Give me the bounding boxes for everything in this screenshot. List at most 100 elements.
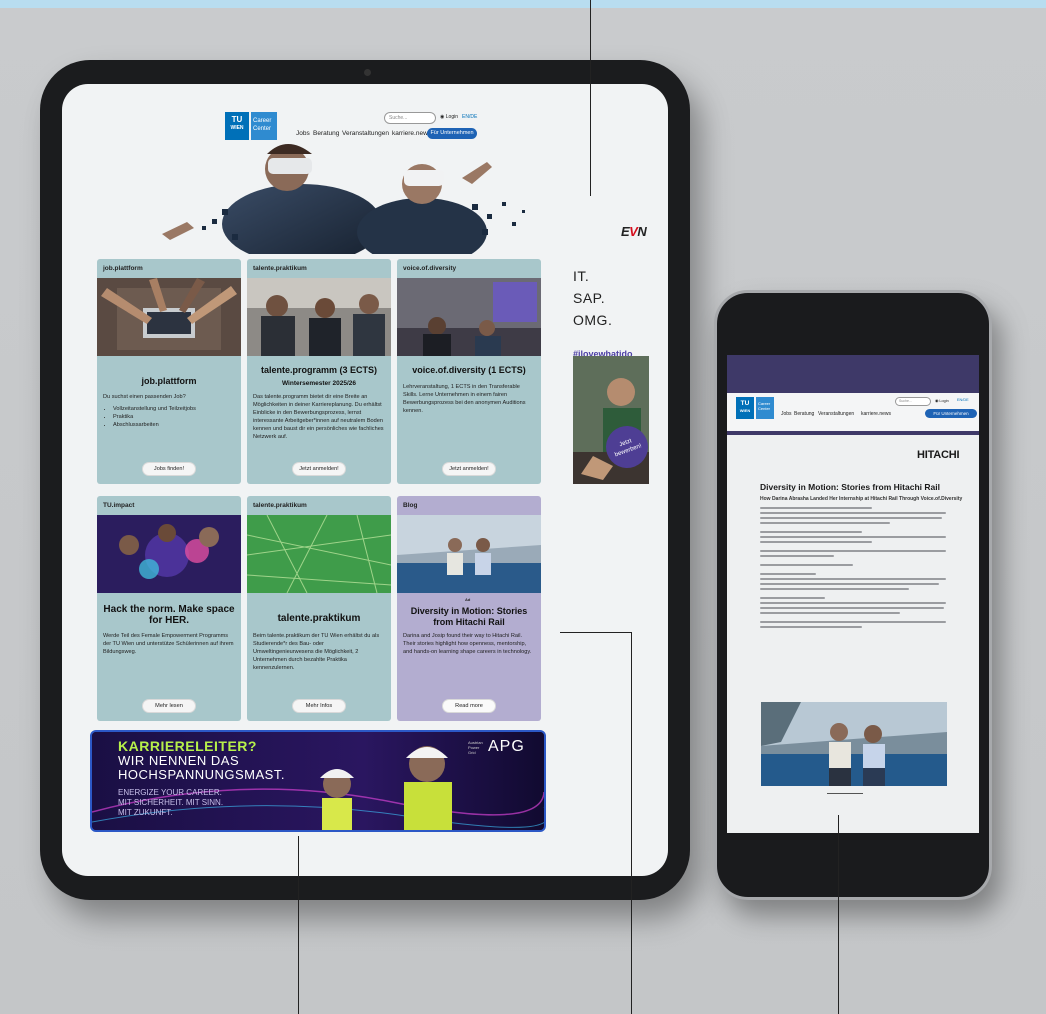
tablet-screen: TU WIEN Career Center Suche... ◉ Login E…: [62, 84, 668, 876]
tablet-device: TU WIEN Career Center Suche... ◉ Login E…: [40, 60, 690, 900]
card-image-hitachi-people: [397, 515, 541, 593]
card-bullets: Vollzeitanstellung und Teilzeitjobs Prak…: [103, 405, 235, 429]
card-title: voice.of.diversity (1 ECTS): [412, 365, 526, 375]
callout-line: [590, 0, 591, 196]
apg-banner-ad[interactable]: KARRIERELEITER? WIR NENNEN DAS HOCHSPANN…: [90, 730, 546, 832]
logo-wien-text: WIEN: [230, 125, 244, 131]
article-subtitle: How Darina Abrasha Landed Her Internship…: [760, 496, 963, 502]
evn-logo-e: E: [621, 224, 630, 239]
bullet-item: Abschlussarbeiten: [113, 421, 235, 429]
card-text: Du suchst einen passenden Job?: [103, 394, 186, 400]
search-placeholder: Suche...: [389, 115, 408, 121]
logo-wien-text: WIEN: [739, 408, 751, 413]
side-ad-line: OMG.: [573, 312, 613, 328]
logo-tu-text: TU: [740, 400, 750, 407]
card-voice-of-diversity: voice.of.diversity voice.of.diversity (1…: [397, 259, 541, 484]
side-ad-line: SAP.: [573, 290, 606, 306]
card-image-lecture-room: [397, 278, 541, 356]
banner-headline-2: WIR NENNEN DAS: [118, 753, 240, 768]
logo-center-text: Center: [758, 406, 771, 411]
card-title: talente.praktikum: [277, 613, 361, 624]
callout-line: [631, 632, 632, 1014]
card-tag: talente.praktikum: [253, 265, 307, 272]
ad-label: Ad: [465, 597, 471, 602]
callout-line: [838, 815, 839, 1014]
bullet-item: Praktika: [113, 413, 235, 421]
mehr-infos-button[interactable]: Mehr Infos: [293, 700, 345, 712]
photo-caption-text: ▬▬▬▬▬▬▬▬▬▬▬▬: [827, 791, 863, 795]
side-ad-line: IT.: [573, 268, 590, 284]
user-icon: ◉: [935, 399, 939, 403]
nav-jobs[interactable]: Jobs: [296, 130, 310, 137]
login-link[interactable]: ◉ Login: [440, 114, 458, 120]
tu-wien-logo[interactable]: TU WIEN: [736, 397, 754, 419]
tablet-camera: [364, 69, 371, 76]
evn-logo[interactable]: EVN: [621, 224, 647, 239]
article-photo: [761, 702, 947, 786]
card-talente-praktikum: talente.praktikum talente.praktikum Beim…: [247, 496, 391, 721]
nav-veranstaltungen[interactable]: Veranstaltungen: [818, 411, 854, 417]
language-switch[interactable]: EN/DE: [462, 114, 477, 120]
card-image-meeting: [247, 278, 391, 356]
card-tu-impact: TU.impact Hack the norm. Make space for …: [97, 496, 241, 721]
card-text: Das talente.programm bietet dir eine Bre…: [253, 394, 384, 440]
search-placeholder: Suche...: [899, 399, 912, 403]
phone-screen: TU WIEN Career Center Suche... ◉ Login E…: [727, 355, 979, 833]
jobs-finden-button[interactable]: Jobs finden!: [143, 463, 195, 475]
nav-beratung[interactable]: Beratung: [794, 411, 814, 417]
read-more-button[interactable]: Read more: [443, 700, 495, 712]
banner-sub-2: MIT SICHERHEIT. MIT SINN.: [118, 798, 224, 807]
fuer-unternehmen-button[interactable]: Für Unternehmen: [427, 128, 477, 139]
search-input[interactable]: Suche...: [895, 397, 931, 406]
login-label: Login: [445, 114, 458, 120]
card-title: talente.programm (3 ECTS): [260, 365, 378, 375]
callout-line: [298, 836, 299, 1014]
card-text: Beim talente.praktikum der TU Wien erhäl…: [253, 633, 380, 671]
card-job-plattform: job.plattform job.plattform Du suchst ei…: [97, 259, 241, 484]
login-link[interactable]: ◉ Login: [935, 398, 949, 403]
search-input[interactable]: Suche...: [384, 112, 436, 124]
nav-veranstaltungen[interactable]: Veranstaltungen: [342, 130, 389, 137]
banner-headline-3: HOCHSPANNUNGSMAST.: [118, 767, 285, 782]
card-blog-hitachi: Blog Ad Diversity in Motion: Stories fro…: [397, 496, 541, 721]
apg-small-text: Austrian Power Grid: [468, 740, 483, 755]
career-center-logo[interactable]: Career Center: [251, 112, 277, 140]
callout-line: [560, 632, 632, 633]
card-image-laptop-hands: [97, 278, 241, 356]
card-title: Hack the norm. Make space for HER.: [103, 604, 235, 626]
card-tag: talente.praktikum: [253, 502, 307, 509]
logo-tu-text: TU: [231, 115, 243, 124]
apg-small-line: Grid: [468, 750, 476, 755]
user-icon: ◉: [440, 114, 445, 120]
article-body-text: [760, 507, 946, 631]
banner-sub-3: MIT ZUKUNFT.: [118, 808, 173, 817]
card-image-green-grid: [247, 515, 391, 593]
card-text: Werde Teil des Female Empowerment Progra…: [103, 633, 234, 655]
language-switch[interactable]: EN/DE: [957, 398, 969, 402]
jetzt-anmelden-button[interactable]: Jetzt anmelden!: [443, 463, 495, 475]
card-talente-programm: talente.praktikum talente.programm (3 EC…: [247, 259, 391, 484]
nav-jobs[interactable]: Jobs: [781, 411, 792, 417]
nav-karriere-news[interactable]: karriere.news: [392, 130, 431, 137]
career-center-logo[interactable]: Career Center: [756, 397, 774, 419]
logo-center-text: Center: [253, 126, 272, 132]
card-tag: voice.of.diversity: [403, 265, 457, 272]
fuer-unternehmen-button[interactable]: Für Unternehmen: [925, 409, 977, 418]
evn-logo-n: N: [637, 224, 647, 239]
card-text: Darina and Josip found their way to Hita…: [403, 633, 532, 655]
phone-device: TU WIEN Career Center Suche... ◉ Login E…: [714, 290, 992, 900]
mehr-lesen-button[interactable]: Mehr lesen: [143, 700, 195, 712]
hitachi-logo[interactable]: HITACHI: [917, 449, 960, 461]
banner-headline-1: KARRIERELEITER?: [118, 738, 257, 754]
card-title: Diversity in Motion: Stories from Hitach…: [410, 606, 528, 627]
card-image-hack-the-norm: [97, 515, 241, 593]
tu-wien-logo[interactable]: TU WIEN: [225, 112, 249, 140]
card-tag: Blog: [403, 502, 418, 509]
apg-logo: APG: [488, 738, 525, 755]
banner-sub-1: ENERGIZE YOUR CAREER.: [118, 788, 222, 797]
nav-karriere-news[interactable]: karriere.news: [861, 411, 891, 417]
nav-beratung[interactable]: Beratung: [313, 130, 339, 137]
card-tag: job.plattform: [103, 265, 143, 272]
card-subtitle: Wintersemester 2025/26: [281, 380, 356, 387]
jetzt-anmelden-button[interactable]: Jetzt anmelden!: [293, 463, 345, 475]
